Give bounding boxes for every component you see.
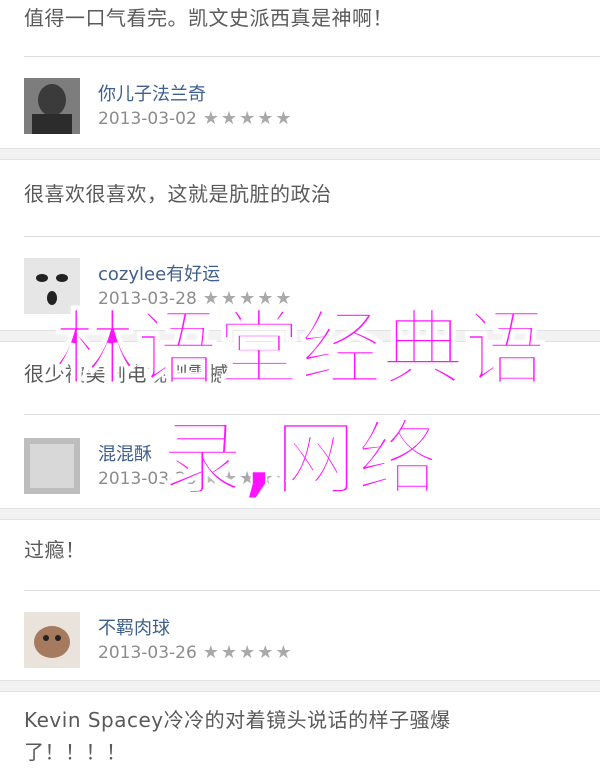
review-author-row-1[interactable]: 你儿子法兰奇 2013-03-02 ★★★★★ [0,78,600,138]
author-name[interactable]: 你儿子法兰奇 [98,80,206,106]
review-meta: 2013-03-02 ★★★★★ [98,108,293,129]
avatar[interactable] [24,612,80,668]
rating-stars-icon: ★★★★★ [202,108,294,129]
divider [24,56,600,57]
divider [24,236,600,237]
review-text-1: 值得一口气看完。凯文史派西真是神啊！ [24,6,393,30]
overlay-title-line-1: 林语堂经典语 [53,301,547,398]
overlay-title-line-2: 录,网络 [160,411,439,508]
divider [24,590,600,591]
avatar[interactable] [24,78,80,134]
author-name[interactable]: 不羁肉球 [98,614,170,640]
section-separator [0,148,600,160]
review-text-2: 很喜欢很喜欢，这就是肮脏的政治 [24,182,332,206]
section-separator [0,680,600,692]
review-meta: 2013-03-26 ★★★★★ [98,642,293,663]
review-date: 2013-03-02 [98,109,197,129]
review-text-4: 过瘾！ [24,538,86,562]
review-date: 2013-03-26 [98,643,197,663]
review-text-5: Kevin Spacey冷冷的对着镜头说话的样子骚爆了！！！！ [24,708,451,764]
review-author-row-4[interactable]: 不羁肉球 2013-03-26 ★★★★★ [0,612,600,672]
rating-stars-icon: ★★★★★ [202,642,294,663]
author-name[interactable]: cozylee有好运 [98,260,220,286]
